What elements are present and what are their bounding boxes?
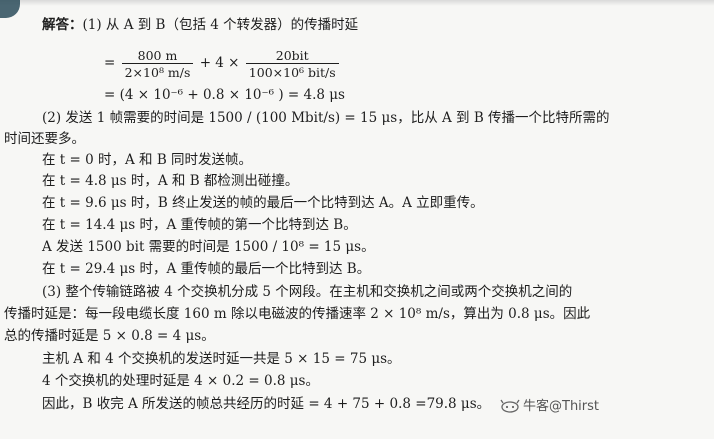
part3-line6: 因此，B 收完 A 所发送的帧总共经历的时延 = 4 + 75 + 0.8 =7… [42, 396, 491, 412]
event-item: 在 t = 29.4 μs 时，A 重传帧的最后一个比特到达 B。 [42, 261, 371, 277]
nowcoder-logo-icon [500, 399, 523, 414]
fraction-propagation-denominator: 2×10⁸ m/s [121, 62, 194, 80]
fraction-propagation-numerator: 800 m [137, 47, 178, 63]
part3-line5: 4 个交换机的处理时延是 4 × 0.2 = 0.8 μs。 [42, 373, 319, 389]
part3-line3: 总的传播时延是 5 × 0.8 = 4 μs。 [4, 328, 215, 344]
solution-page: 解答：(1) 从 A 到 B（包括 4 个转发器）的传播时延 = 800 m 2… [0, 0, 714, 439]
part3-line1: (3) 整个传输链路被 4 个交换机分成 5 个网段。在主机和交换机之间或两个交… [42, 284, 573, 300]
part2-line1: (2) 发送 1 帧需要的时间是 1500 / (100 Mbit/s) = 1… [42, 110, 610, 126]
answer-heading: 解答： [42, 17, 83, 33]
fraction-forwarding: 20bit 100×10⁶ bit/s [245, 47, 339, 80]
part1-intro: (1) 从 A 到 B（包括 4 个转发器）的传播时延 [82, 17, 359, 33]
event-item: 在 t = 14.4 μs 时，A 重传帧的第一个比特到达 B。 [42, 217, 357, 233]
corner-decoration [0, 0, 20, 18]
event-item: 在 t = 4.8 μs 时，A 和 B 都检测出碰撞。 [42, 173, 299, 189]
watermark-text: 牛客@Thirst [523, 399, 600, 414]
fraction-forwarding-denominator: 100×10⁶ bit/s [245, 62, 339, 80]
fraction-forwarding-numerator: 20bit [275, 47, 309, 63]
top-edge [0, 0, 714, 18]
part2-line2: 时间还要多。 [4, 131, 85, 147]
part1-equation: = 800 m 2×10⁸ m/s + 4 × 20bit 100×10⁶ bi… [104, 44, 341, 82]
plus-multiplier: + 4 × [199, 55, 240, 71]
part1-result: = (4 × 10⁻⁶ + 0.8 × 10⁻⁶ ) = 4.8 μs [104, 87, 345, 103]
fraction-propagation: 800 m 2×10⁸ m/s [121, 47, 194, 80]
equals-sign: = [104, 55, 116, 71]
event-item: 在 t = 0 时，A 和 B 同时发送帧。 [42, 152, 253, 168]
part3-line4: 主机 A 和 4 个交换机的发送时延一共是 5 × 15 = 75 μs。 [42, 351, 401, 367]
event-item: A 发送 1500 bit 需要的时间是 1500 / 10⁸ = 15 μs。 [42, 239, 375, 255]
part1-intro-line: 解答：(1) 从 A 到 B（包括 4 个转发器）的传播时延 [42, 15, 358, 35]
part3-line2: 传播时延是：每一段电缆长度 160 m 除以电磁波的传播速率 2 × 10⁸ m… [4, 306, 591, 322]
event-item: 在 t = 9.6 μs 时，B 终止发送的帧的最后一个比特到达 A。A 立即重… [42, 195, 484, 211]
watermark: 牛客@Thirst [500, 397, 599, 417]
